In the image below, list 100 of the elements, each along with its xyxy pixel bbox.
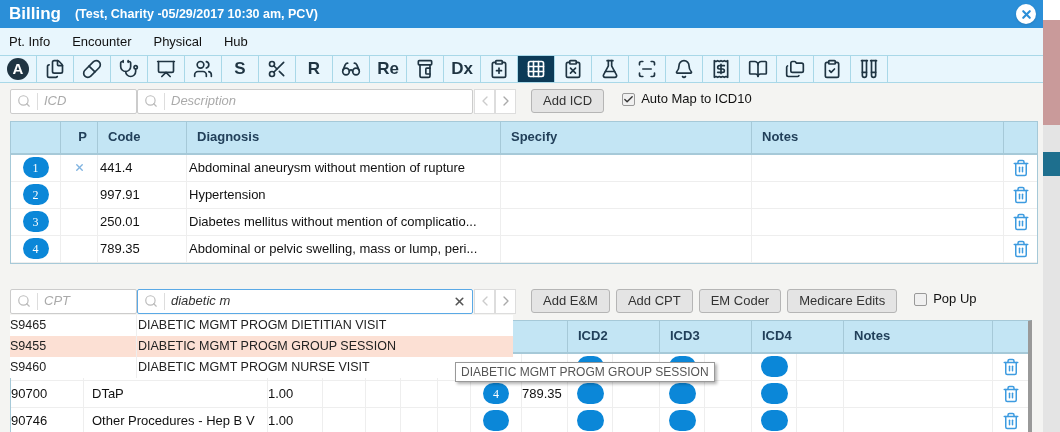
column-header: ICD4	[752, 320, 844, 352]
column-header: ICD2	[568, 320, 660, 352]
column-header: Code	[98, 121, 187, 153]
table-cell: Hypertension	[187, 181, 501, 209]
row-number[interactable]: 2	[22, 184, 49, 205]
action-button[interactable]: EM Coder	[698, 289, 782, 313]
table-cell: Diabetes mellitus without mention of complicatio...	[187, 208, 501, 236]
bell-icon	[674, 58, 694, 79]
letter-icon: S	[234, 56, 246, 82]
table-cell: 90746	[11, 407, 84, 432]
pointer-pill-icon[interactable]	[577, 383, 604, 404]
action-button[interactable]: Add E&M	[531, 289, 610, 313]
close-icon	[1019, 7, 1033, 21]
table-cell: 1.00	[268, 407, 323, 432]
procedure-search-field[interactable]: diabetic m	[137, 288, 473, 314]
checkbox[interactable]	[914, 292, 928, 306]
toolbar-button[interactable]: Re	[370, 56, 407, 82]
grid-icon	[526, 58, 546, 79]
table-cell: Abdominal aneurysm without mention of rupture	[187, 154, 501, 182]
checkbox-label: Pop Up	[933, 290, 977, 309]
table-cell: Abdominal or pelvic swelling, mass or lump, peri...	[187, 235, 501, 263]
menu-item[interactable]: Encounter	[72, 31, 132, 52]
flask-icon	[600, 58, 620, 79]
table-cell: 1.00	[268, 380, 323, 408]
search-icon	[17, 94, 31, 108]
trash-icon[interactable]	[1011, 239, 1030, 258]
table-cell: DTaP	[84, 380, 268, 408]
toolbar-button[interactable]: R	[296, 56, 333, 82]
column-header: Diagnosis	[187, 121, 501, 153]
suggestion-item[interactable]: S9455 DIABETIC MGMT PROGM GROUP SESSION	[10, 335, 513, 357]
trash-icon[interactable]	[1011, 185, 1030, 204]
action-button[interactable]: Add CPT	[615, 289, 693, 313]
trash-icon[interactable]	[1001, 384, 1020, 403]
people-icon	[193, 58, 213, 79]
checklist-icon	[822, 58, 842, 79]
check-icon	[623, 93, 635, 105]
menu-item[interactable]: Hub	[223, 31, 248, 52]
toolbar-button[interactable]: Dx	[444, 56, 481, 82]
receipt-icon	[711, 58, 731, 79]
table-cell: 250.01	[98, 208, 187, 236]
book-icon	[748, 58, 768, 79]
trash-icon[interactable]	[1011, 158, 1030, 177]
toolbar-button[interactable]: A	[0, 56, 37, 82]
toolbar-button[interactable]: S	[222, 56, 259, 82]
pointer-pill-icon[interactable]	[669, 410, 696, 431]
pointer-pill-icon[interactable]	[761, 356, 788, 377]
table-cell: 441.4	[98, 154, 187, 182]
pointer-number[interactable]: 4	[483, 383, 509, 404]
documents-icon	[45, 58, 65, 79]
window-subtitle: (Test, Charity -05/29/2017 10:30 am, PCV)	[74, 5, 318, 23]
clipboard-icon	[489, 58, 509, 79]
test-tubes-icon	[859, 58, 879, 79]
table-cell: Other Procedures - Hep B V	[84, 407, 268, 432]
field-placeholder: CPT	[44, 292, 72, 311]
board-icon	[156, 58, 176, 79]
row-number[interactable]: 3	[22, 211, 49, 232]
menu-item[interactable]: Pt. Info	[9, 31, 51, 52]
field-placeholder: ICD	[44, 92, 68, 111]
table-cell: 789.35	[98, 235, 187, 263]
clipboard-icon	[563, 58, 583, 79]
search-icon	[144, 94, 158, 108]
search-icon	[17, 294, 31, 308]
checkbox-label: Auto Map to ICD10	[641, 90, 752, 109]
trash-icon[interactable]	[1001, 357, 1020, 376]
trash-icon[interactable]	[1001, 411, 1020, 430]
letter-icon: Re	[377, 56, 399, 82]
action-button[interactable]: Medicare Edits	[787, 289, 898, 313]
tooltip: DIABETIC MGMT PROGM GROUP SESSION	[455, 361, 715, 382]
field-value: diabetic m	[171, 292, 232, 311]
pointer-pill-icon[interactable]	[761, 410, 788, 431]
pointer-pill-icon[interactable]	[577, 410, 604, 431]
table-cell: 997.91	[98, 181, 187, 209]
menu-item[interactable]: Physical	[153, 31, 202, 52]
field-placeholder: Description	[171, 92, 238, 111]
toolbar-button[interactable]	[518, 56, 555, 82]
pointer-pill-icon[interactable]	[669, 383, 696, 404]
folders-icon	[785, 58, 805, 79]
pointer-pill-icon[interactable]	[483, 410, 509, 431]
checkbox[interactable]	[622, 92, 636, 106]
column-header: P	[61, 121, 98, 153]
letter-icon: Dx	[451, 56, 473, 82]
pointer-pill-icon[interactable]	[761, 383, 788, 404]
search-icon	[144, 294, 158, 308]
table-cell: 90700	[11, 380, 84, 408]
close-button[interactable]	[1016, 4, 1036, 24]
scissors-icon	[267, 58, 287, 79]
row-number[interactable]: 4	[22, 238, 49, 259]
primary-mark-icon	[73, 162, 85, 173]
row-number[interactable]: 1	[22, 157, 49, 178]
pill-icon	[82, 58, 102, 79]
column-header: ICD3	[660, 320, 752, 352]
column-header: Specify	[501, 121, 752, 153]
letter-icon: R	[307, 56, 321, 82]
clear-icon[interactable]	[453, 294, 466, 308]
column-header: Notes	[752, 121, 1004, 153]
column-header: Notes	[844, 320, 993, 352]
add-icd-button[interactable]: Add ICD	[531, 89, 605, 113]
scan-icon	[637, 58, 657, 79]
trash-icon[interactable]	[1011, 212, 1030, 231]
window-title: Billing	[9, 3, 61, 26]
